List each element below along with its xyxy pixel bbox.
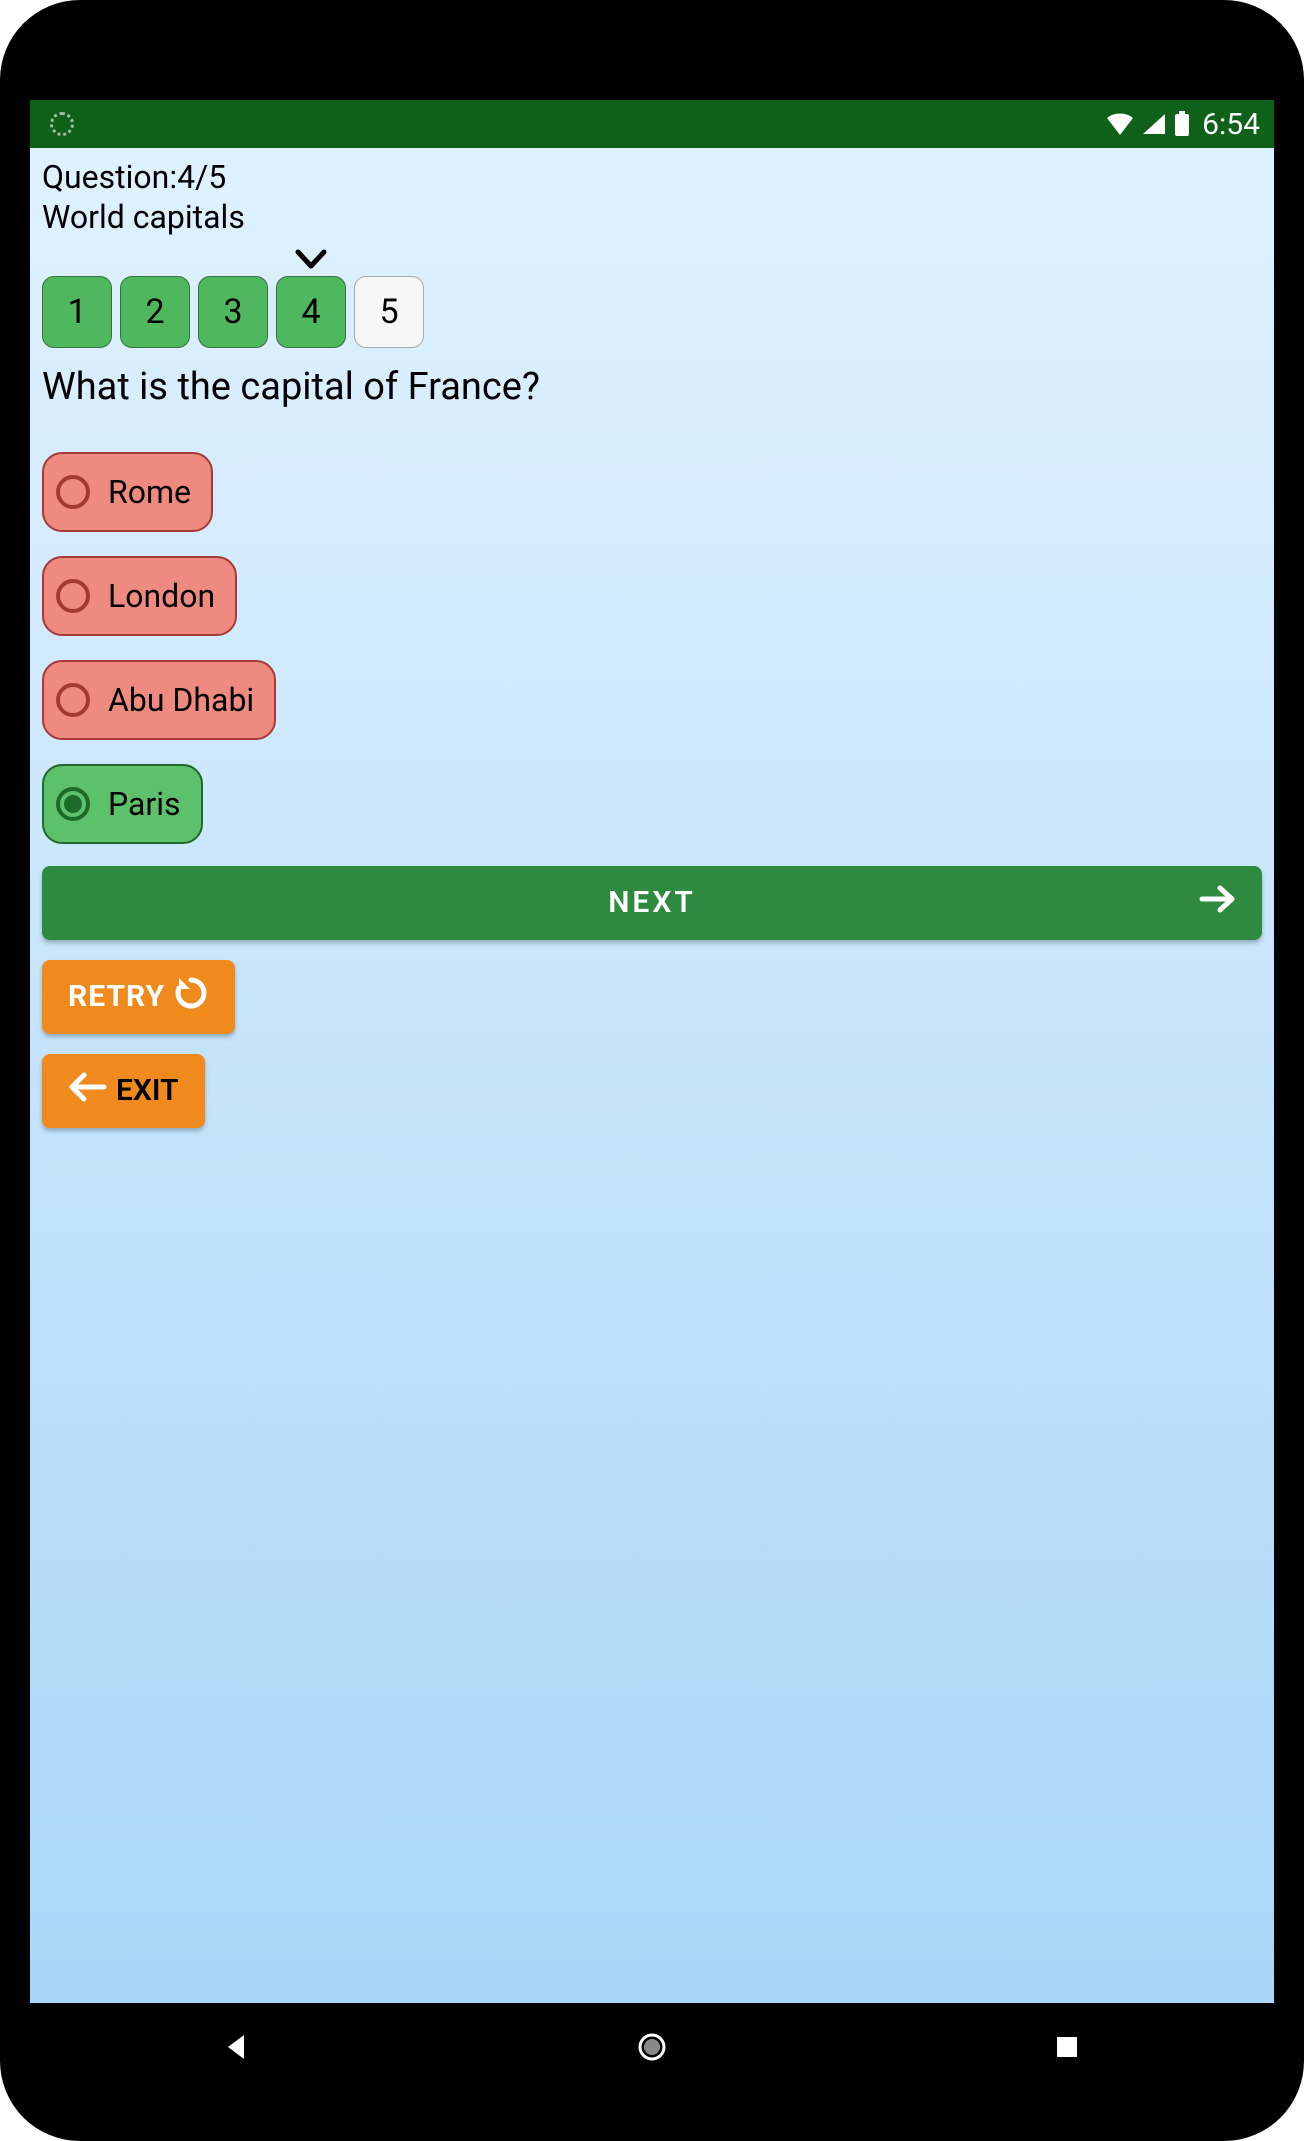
answer-label: Abu Dhabi [108, 681, 254, 719]
answer-label: Paris [108, 785, 181, 823]
tracker-cell-5[interactable]: 5 [354, 276, 424, 348]
next-button-label: NEXT [608, 885, 696, 920]
quiz-content: Question:4/5 World capitals 12345 What i… [30, 148, 1274, 1140]
nav-back-button[interactable] [147, 2017, 327, 2077]
device-top-bezel [30, 50, 1274, 100]
answer-option[interactable]: Paris [42, 764, 203, 844]
radio-icon [56, 579, 90, 613]
radio-icon [56, 787, 90, 821]
tracker-cell-1[interactable]: 1 [42, 276, 112, 348]
question-tracker: 12345 [42, 238, 1262, 348]
status-bar: 6:54 [30, 100, 1274, 148]
answer-list: Rome London Abu Dhabi Paris [42, 452, 1262, 844]
retry-button-label: RETRY [68, 979, 165, 1014]
retry-button[interactable]: RETRY [42, 960, 235, 1034]
exit-button[interactable]: EXIT [42, 1054, 205, 1128]
loading-spinner-icon [50, 112, 74, 136]
answer-option[interactable]: Abu Dhabi [42, 660, 276, 740]
arrow-right-icon [1196, 878, 1238, 928]
screen: 6:54 Question:4/5 World capitals 12345 W… [30, 100, 1274, 2003]
question-text: What is the capital of France? [42, 364, 1262, 412]
tablet-inner: 6:54 Question:4/5 World capitals 12345 W… [30, 50, 1274, 2091]
chevron-down-icon [294, 241, 328, 281]
question-counter: Question:4/5 [42, 158, 1262, 196]
answer-option[interactable]: Rome [42, 452, 213, 532]
next-button[interactable]: NEXT [42, 866, 1262, 940]
answer-label: London [108, 577, 215, 615]
nav-recent-button[interactable] [977, 2017, 1157, 2077]
tablet-frame: 6:54 Question:4/5 World capitals 12345 W… [0, 0, 1304, 2141]
answer-label: Rome [108, 473, 191, 511]
cell-signal-icon [1142, 113, 1166, 135]
wifi-icon [1106, 113, 1134, 135]
tracker-cell-4[interactable]: 4 [276, 276, 346, 348]
battery-icon [1174, 111, 1190, 137]
answer-option[interactable]: London [42, 556, 237, 636]
tracker-cell-2[interactable]: 2 [120, 276, 190, 348]
status-clock: 6:54 [1202, 107, 1260, 142]
nav-home-button[interactable] [562, 2017, 742, 2077]
tracker-cell-3[interactable]: 3 [198, 276, 268, 348]
quiz-topic: World capitals [42, 198, 1262, 236]
radio-icon [56, 683, 90, 717]
android-nav-bar [30, 2003, 1274, 2091]
exit-button-label: EXIT [116, 1073, 179, 1108]
radio-icon [56, 475, 90, 509]
arrow-left-icon [68, 1069, 108, 1113]
refresh-icon [173, 975, 209, 1019]
